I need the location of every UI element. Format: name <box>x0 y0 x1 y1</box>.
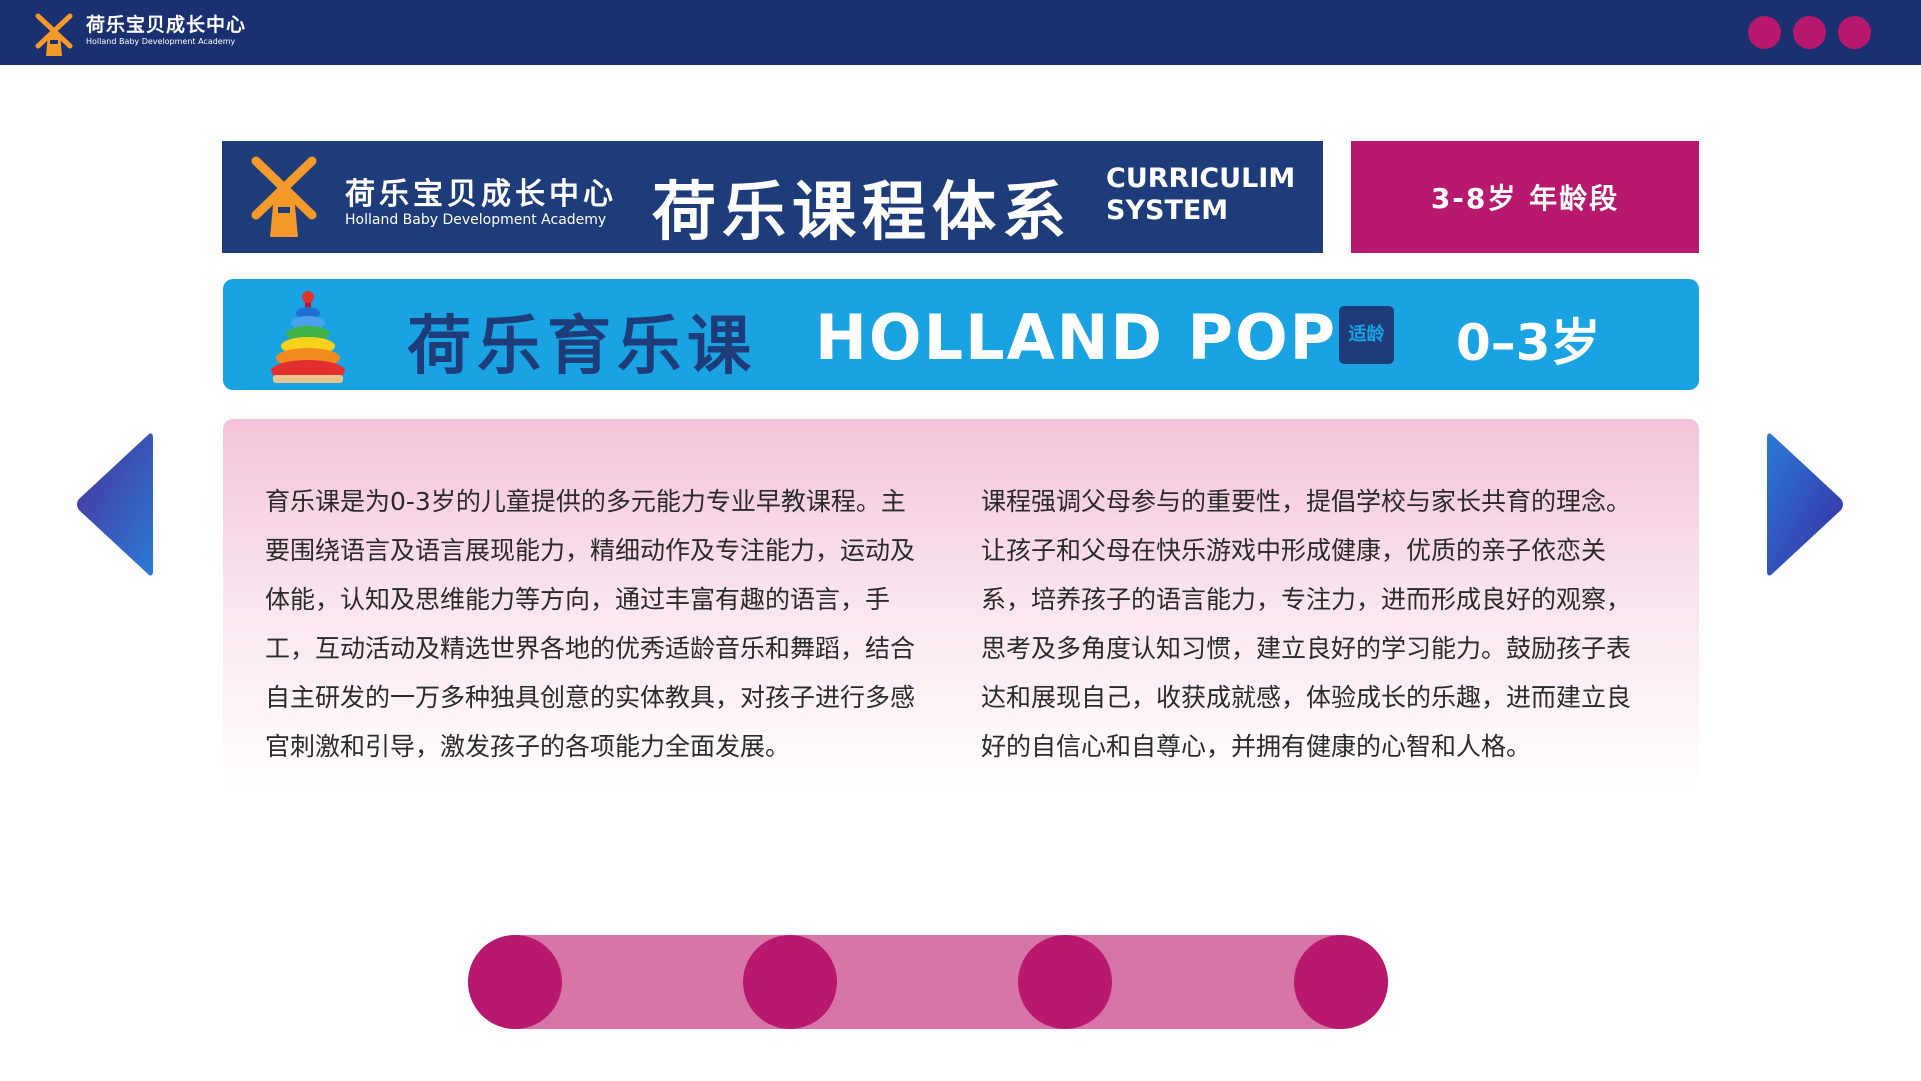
top-brand-zh: 荷乐宝贝成长中心 <box>86 14 247 36</box>
description-line: 自主研发的一万多种独具创意的实体教具，对孩子进行多感 <box>265 683 916 712</box>
description-line: 课程强调父母参与的重要性，提倡学校与家长共育的理念。 <box>981 487 1632 516</box>
course-description-panel: 育乐课是为0-3岁的儿童提供的多元能力专业早教课程。主 要围绕语言及语言展现能力… <box>223 419 1699 796</box>
window-dot[interactable] <box>1838 16 1871 49</box>
description-right-column: 课程强调父母参与的重要性，提倡学校与家长共育的理念。 让孩子和父母在快乐游戏中形… <box>981 477 1671 771</box>
description-line: 达和展现自己，收获成就感，体验成长的乐趣，进而建立良 <box>981 683 1632 712</box>
windmill-icon <box>251 156 317 237</box>
page-title-en-line1: CURRICULIM <box>1106 163 1296 194</box>
page-title-en: CURRICULIM SYSTEM <box>1106 163 1295 227</box>
top-brand-en: Holland Baby Development Academy <box>86 37 236 46</box>
pager-dot[interactable] <box>743 935 837 1029</box>
stacking-rings-toy-icon <box>271 291 345 383</box>
description-left-column: 育乐课是为0-3岁的儿童提供的多元能力专业早教课程。主 要围绕语言及语言展现能力… <box>265 477 955 771</box>
next-arrow-icon[interactable] <box>1767 432 1845 577</box>
description-line: 思考及多角度认知习惯，建立良好的学习能力。鼓励孩子表 <box>981 634 1632 663</box>
course-name-zh: 荷乐育乐课 <box>407 310 757 384</box>
course-banner: 荷乐育乐课 HOLLAND POP 适龄 0–3岁 <box>223 279 1699 390</box>
description-line: 要围绕语言及语言展现能力，精细动作及专注能力，运动及 <box>265 536 916 565</box>
course-age-range: 0–3岁 <box>1456 314 1601 372</box>
age-group-badge[interactable]: 3-8岁 年龄段 <box>1351 141 1699 253</box>
window-dot[interactable] <box>1793 16 1826 49</box>
description-line: 让孩子和父母在快乐游戏中形成健康，优质的亲子依恋关 <box>981 536 1607 565</box>
header-brand-en: Holland Baby Development Academy <box>345 212 607 228</box>
description-line: 工，互动活动及精选世界各地的优秀适龄音乐和舞蹈，结合 <box>265 634 916 663</box>
pager-track <box>468 935 1388 1029</box>
description-line: 体能，认知及思维能力等方向，通过丰富有趣的语言，手 <box>265 585 891 614</box>
description-line: 官刺激和引导，激发孩子的各项能力全面发展。 <box>265 732 791 761</box>
description-line: 好的自信心和自尊心，并拥有健康的心智和人格。 <box>981 732 1532 761</box>
window-dot[interactable] <box>1748 16 1781 49</box>
windmill-icon <box>35 13 73 56</box>
page-title: 荷乐课程体系 <box>652 176 1072 250</box>
age-fit-badge: 适龄 <box>1339 306 1394 364</box>
pager-dot[interactable] <box>1294 935 1388 1029</box>
course-name-en: HOLLAND POP <box>815 301 1338 374</box>
pager-dot[interactable] <box>1018 935 1112 1029</box>
previous-arrow-icon[interactable] <box>75 432 153 577</box>
header-brand-zh: 荷乐宝贝成长中心 <box>345 177 617 212</box>
window-dots <box>1748 16 1871 49</box>
page-title-en-line2: SYSTEM <box>1106 195 1229 226</box>
description-line: 系，培养孩子的语言能力，专注力，进而形成良好的观察， <box>981 585 1632 614</box>
description-line: 育乐课是为0-3岁的儿童提供的多元能力专业早教课程。主 <box>265 487 906 516</box>
curriculum-header: 荷乐宝贝成长中心 Holland Baby Development Academ… <box>222 141 1323 253</box>
top-brand: 荷乐宝贝成长中心 Holland Baby Development Academ… <box>86 14 246 48</box>
top-bar: 荷乐宝贝成长中心 Holland Baby Development Academ… <box>0 0 1921 65</box>
pager-dot[interactable] <box>468 935 562 1029</box>
